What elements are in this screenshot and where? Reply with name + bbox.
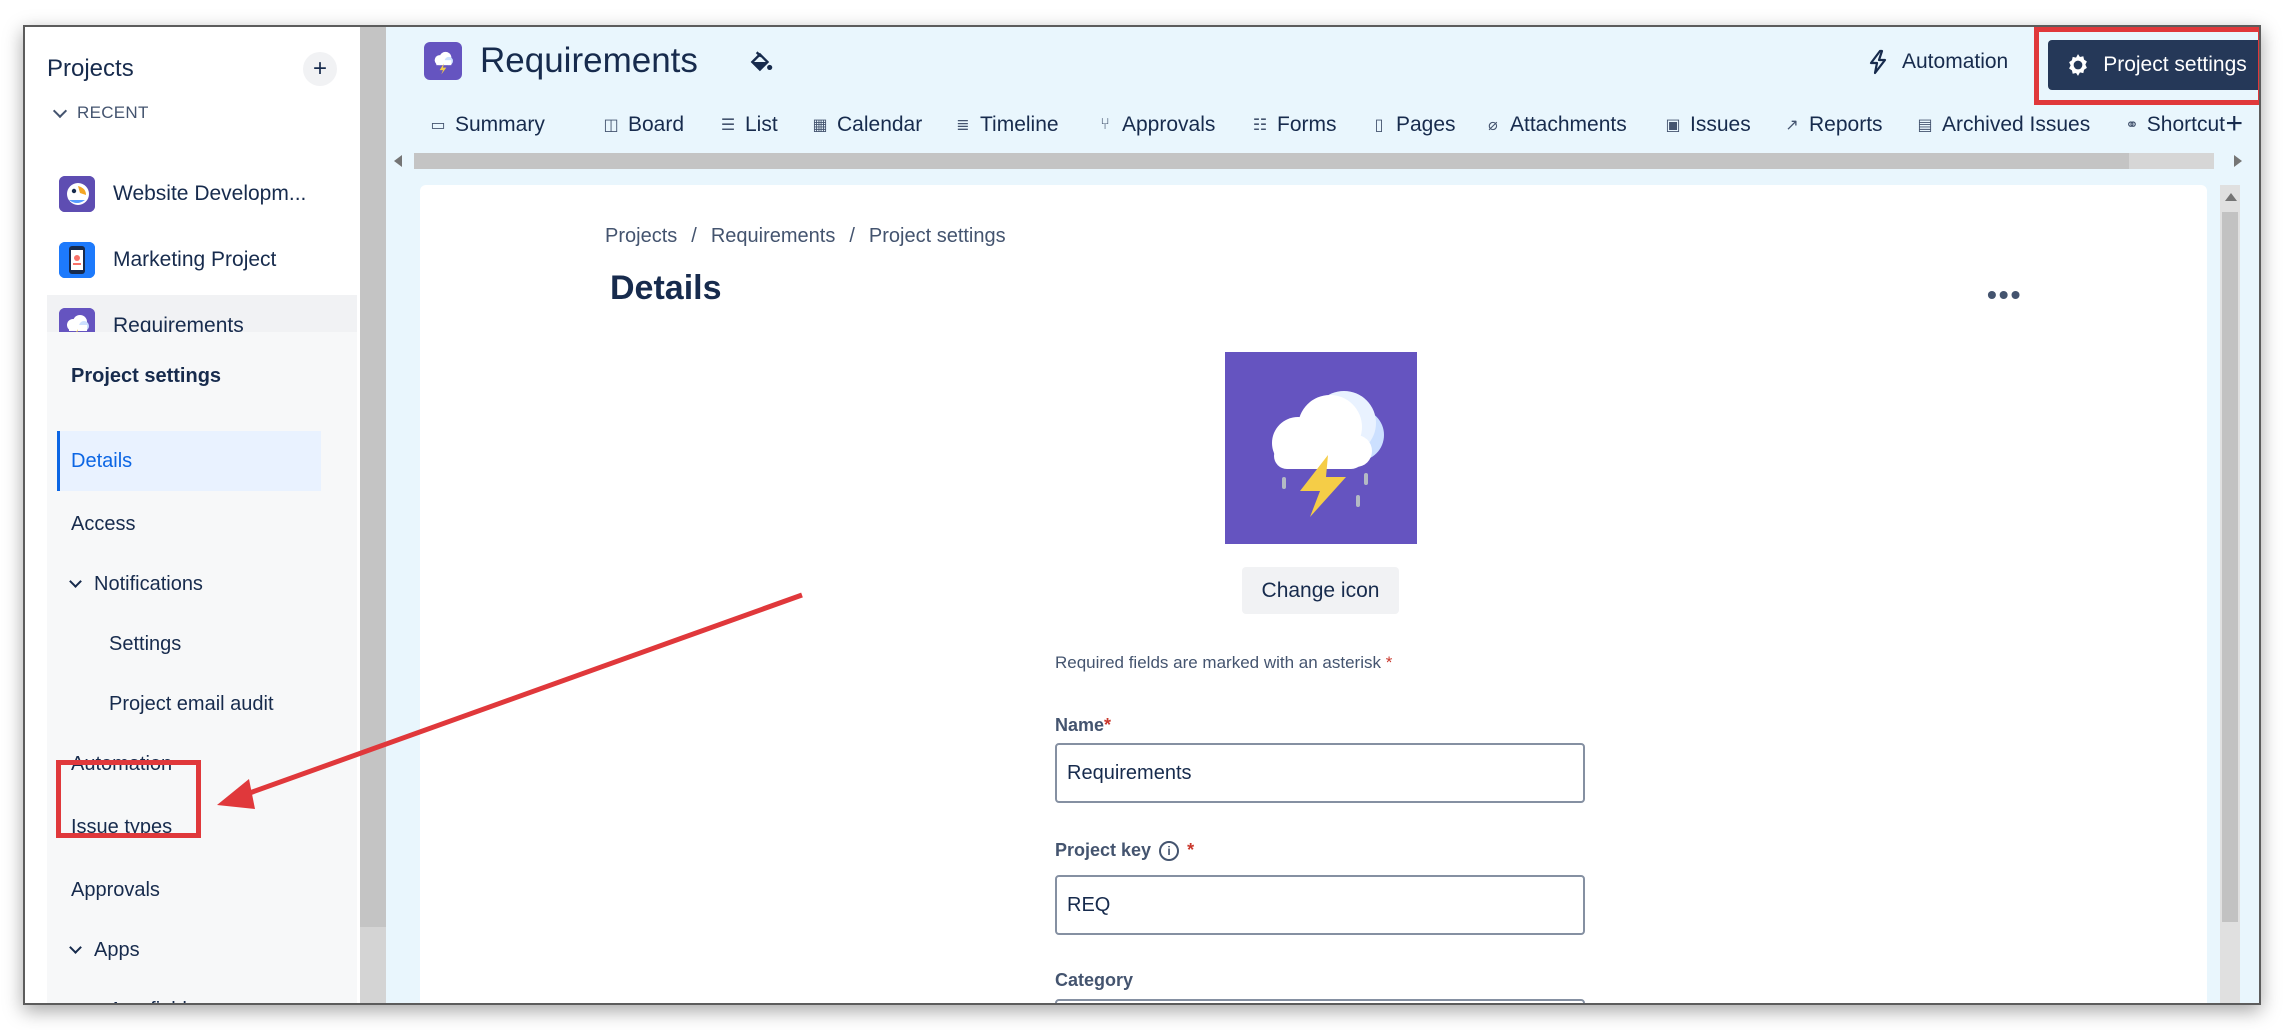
app-window: Projects + RECENT Website Developm... Ma… bbox=[23, 25, 2261, 1005]
annotation-arrow bbox=[217, 592, 803, 809]
